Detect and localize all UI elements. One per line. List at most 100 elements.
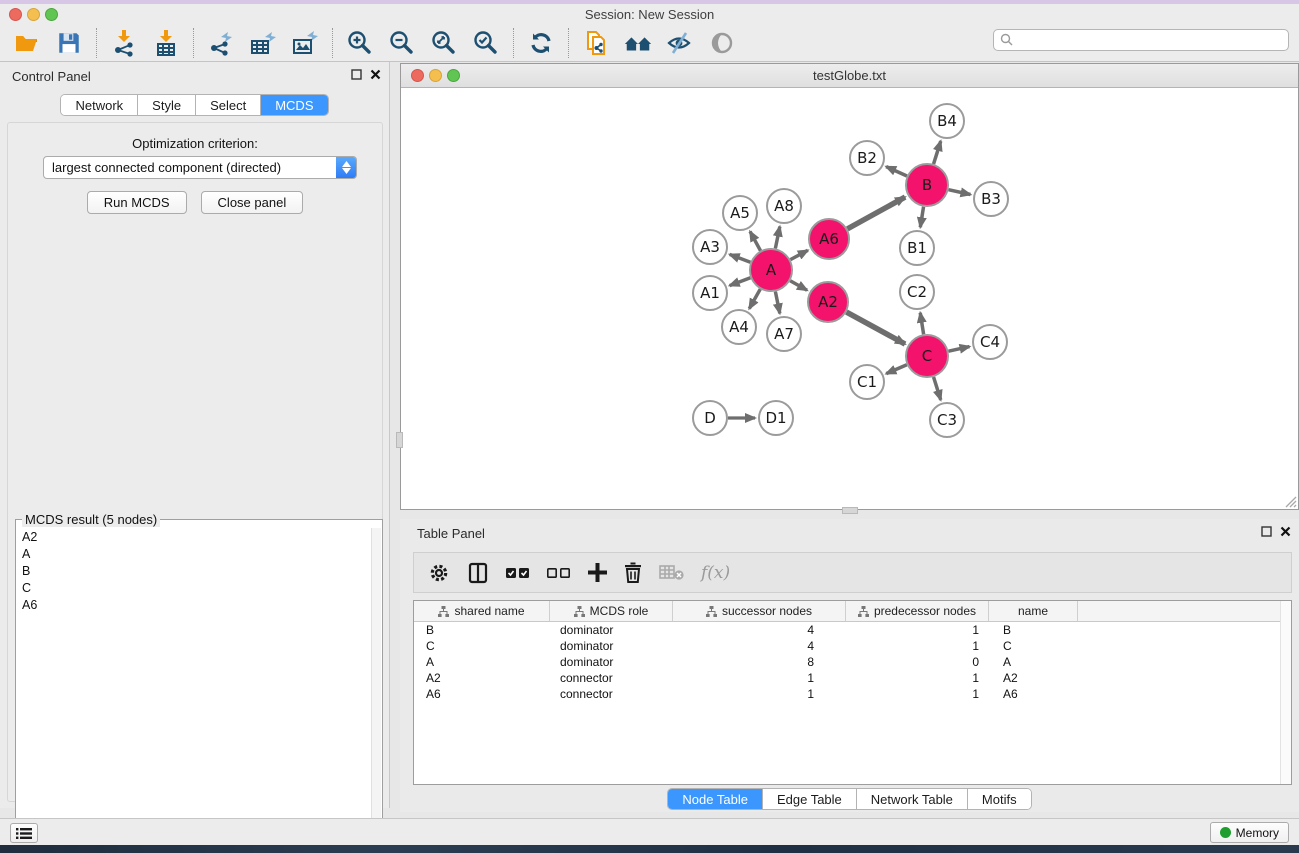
table-cell[interactable]: C — [989, 638, 1078, 654]
zoom-fit-icon[interactable] — [429, 28, 459, 58]
table-cell[interactable]: 1 — [673, 686, 846, 702]
network-window-titlebar[interactable]: testGlobe.txt — [401, 64, 1298, 88]
table-cell[interactable]: 8 — [673, 654, 846, 670]
tab-motifs[interactable]: Motifs — [968, 789, 1031, 809]
zoom-in-icon[interactable] — [345, 28, 375, 58]
graph-node-C[interactable]: C — [906, 335, 948, 377]
result-list-item[interactable]: A2 — [17, 528, 371, 545]
open-file-icon[interactable] — [12, 28, 42, 58]
network-canvas[interactable]: B4B2BB3A5A8A6B1A3AC2A1A2A4A7C4CC1C3DD1 — [401, 88, 1298, 509]
deselect-all-columns-icon[interactable] — [547, 558, 571, 588]
table-row[interactable]: Bdominator41B — [414, 622, 1291, 638]
tab-network-table[interactable]: Network Table — [857, 789, 968, 809]
table-cell[interactable]: A — [989, 654, 1078, 670]
graph-edge-A-A4[interactable] — [749, 289, 760, 309]
show-all-icon[interactable] — [707, 28, 737, 58]
panel-resize-handle[interactable] — [396, 432, 403, 448]
graph-node-C2[interactable]: C2 — [900, 275, 934, 309]
table-cell[interactable]: dominator — [550, 654, 673, 670]
column-header-mcds-role[interactable]: MCDS role — [550, 601, 673, 621]
tab-style[interactable]: Style — [138, 95, 196, 115]
save-session-icon[interactable] — [54, 28, 84, 58]
criterion-dropdown[interactable]: largest connected component (directed) — [43, 156, 357, 179]
table-cell[interactable]: 1 — [846, 638, 989, 654]
tab-network[interactable]: Network — [61, 95, 138, 115]
graph-node-A3[interactable]: A3 — [693, 230, 727, 264]
table-cell[interactable]: dominator — [550, 638, 673, 654]
table-cell[interactable]: 1 — [846, 622, 989, 638]
result-list-item[interactable]: C — [17, 579, 371, 596]
graph-edge-A-A1[interactable] — [730, 278, 751, 286]
table-cell[interactable]: connector — [550, 686, 673, 702]
table-cell[interactable]: connector — [550, 670, 673, 686]
graph-node-A6[interactable]: A6 — [809, 219, 849, 259]
memory-button[interactable]: Memory — [1210, 822, 1289, 843]
table-cell[interactable]: C — [414, 638, 550, 654]
export-image-icon[interactable] — [290, 28, 320, 58]
import-table-icon[interactable] — [151, 28, 181, 58]
graph-node-D[interactable]: D — [693, 401, 727, 435]
graph-edge-A6-B[interactable] — [847, 197, 905, 229]
function-builder-icon[interactable]: f(x) — [701, 558, 730, 588]
graph-edge-C-C3[interactable] — [934, 377, 941, 400]
tab-node-table[interactable]: Node Table — [668, 789, 763, 809]
graph-node-B1[interactable]: B1 — [900, 231, 934, 265]
column-header-successor-nodes[interactable]: successor nodes — [673, 601, 846, 621]
graph-edge-A-A5[interactable] — [750, 231, 760, 250]
table-cell[interactable]: A6 — [989, 686, 1078, 702]
graph-edge-B-B2[interactable] — [886, 167, 907, 176]
graph-edge-B-B3[interactable] — [948, 190, 970, 195]
graph-edge-C-C4[interactable] — [948, 347, 969, 352]
table-row[interactable]: Adominator80A — [414, 654, 1291, 670]
table-cell[interactable]: A6 — [414, 686, 550, 702]
column-header-predecessor-nodes[interactable]: predecessor nodes — [846, 601, 989, 621]
graph-node-C3[interactable]: C3 — [930, 403, 964, 437]
graph-edge-A-A7[interactable] — [775, 292, 779, 314]
close-panel-icon[interactable] — [370, 69, 381, 80]
graph-node-C4[interactable]: C4 — [973, 325, 1007, 359]
select-all-columns-icon[interactable] — [506, 558, 530, 588]
float-panel-icon[interactable] — [351, 69, 362, 80]
first-neighbors-icon[interactable] — [623, 28, 653, 58]
graph-edge-C-C1[interactable] — [886, 365, 907, 374]
table-cell[interactable]: 1 — [846, 686, 989, 702]
result-list-item[interactable]: A — [17, 545, 371, 562]
table-cell[interactable]: 4 — [673, 638, 846, 654]
table-settings-gear-icon[interactable] — [428, 558, 450, 588]
table-cell[interactable]: A2 — [989, 670, 1078, 686]
delete-column-icon[interactable] — [624, 558, 642, 588]
table-cell[interactable]: 0 — [846, 654, 989, 670]
node-table[interactable]: shared nameMCDS rolesuccessor nodesprede… — [413, 600, 1292, 785]
graph-node-D1[interactable]: D1 — [759, 401, 793, 435]
graph-node-B2[interactable]: B2 — [850, 141, 884, 175]
column-header-shared-name[interactable]: shared name — [414, 601, 550, 621]
graph-node-C1[interactable]: C1 — [850, 365, 884, 399]
graph-edge-B-B4[interactable] — [934, 141, 941, 164]
graph-node-A8[interactable]: A8 — [767, 189, 801, 223]
import-network-icon[interactable] — [109, 28, 139, 58]
zoom-selected-icon[interactable] — [471, 28, 501, 58]
table-cell[interactable]: dominator — [550, 622, 673, 638]
graph-edge-A-A6[interactable] — [790, 250, 807, 259]
graph-node-B[interactable]: B — [906, 164, 948, 206]
column-header-name[interactable]: name — [989, 601, 1078, 621]
mcds-result-list[interactable]: A2ABCA6 — [17, 528, 371, 853]
table-cell[interactable]: 1 — [846, 670, 989, 686]
close-panel-icon[interactable] — [1280, 526, 1291, 537]
graph-node-A5[interactable]: A5 — [723, 196, 757, 230]
table-cell[interactable]: A2 — [414, 670, 550, 686]
graph-node-A1[interactable]: A1 — [693, 276, 727, 310]
zoom-out-icon[interactable] — [387, 28, 417, 58]
graph-node-A4[interactable]: A4 — [722, 310, 756, 344]
result-scrollbar[interactable] — [371, 528, 381, 853]
graph-node-A7[interactable]: A7 — [767, 317, 801, 351]
tab-edge-table[interactable]: Edge Table — [763, 789, 857, 809]
table-cell[interactable]: 1 — [673, 670, 846, 686]
table-cell[interactable]: B — [414, 622, 550, 638]
refresh-icon[interactable] — [526, 28, 556, 58]
graph-edge-A2-C[interactable] — [846, 312, 905, 344]
float-panel-icon[interactable] — [1261, 526, 1272, 537]
graph-edge-A-A3[interactable] — [730, 254, 751, 262]
tab-select[interactable]: Select — [196, 95, 261, 115]
graph-node-B3[interactable]: B3 — [974, 182, 1008, 216]
